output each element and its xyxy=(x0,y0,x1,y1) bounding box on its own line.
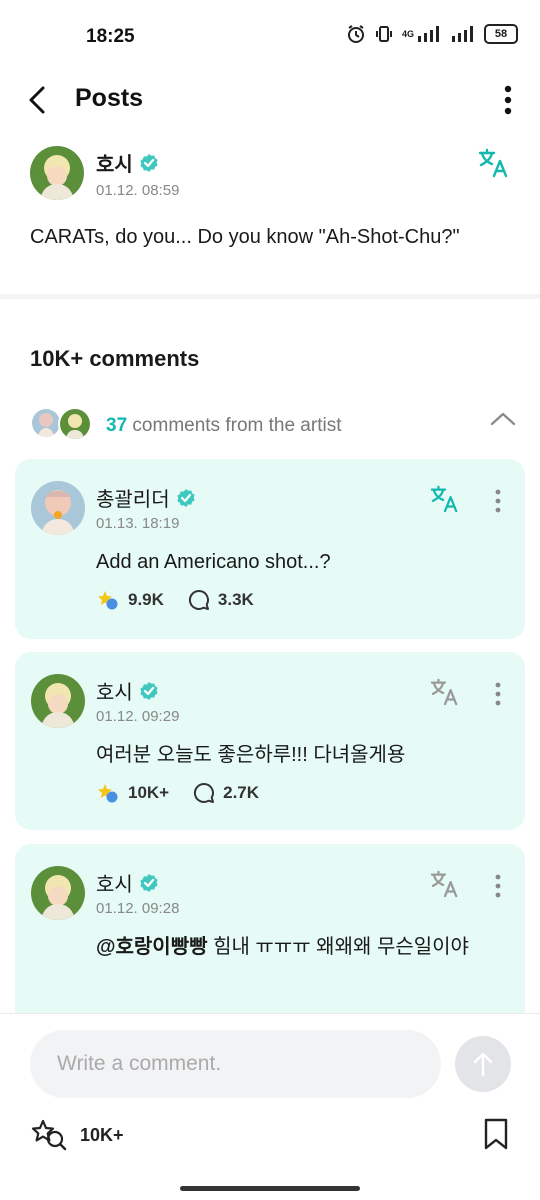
status-time: 18:25 xyxy=(86,26,135,47)
chevron-up-icon xyxy=(490,412,516,426)
comment-stats: 10K+ 2.7K xyxy=(96,782,283,804)
comment-input[interactable] xyxy=(30,1030,441,1098)
status-bar: 18:25 4G 58 xyxy=(0,0,540,72)
avatar[interactable] xyxy=(31,866,85,920)
translate-icon xyxy=(478,148,508,178)
translate-icon xyxy=(430,485,458,513)
comment-date: 01.12. 09:29 xyxy=(96,708,180,725)
more-vertical-icon xyxy=(495,874,501,898)
artist-avatars xyxy=(30,407,94,443)
reply-button[interactable]: 2.7K xyxy=(193,782,259,804)
translate-button[interactable] xyxy=(430,870,460,903)
like-count: 9.9K xyxy=(128,590,164,609)
more-vertical-icon xyxy=(504,85,512,115)
verified-badge-icon xyxy=(140,681,158,700)
post-like-count: 10K+ xyxy=(80,1124,124,1145)
comment-stats: 9.9K 3.3K xyxy=(96,589,278,611)
more-vertical-icon xyxy=(495,489,501,513)
user-mention[interactable]: @호랑이빵빵 xyxy=(96,936,208,958)
reply-count: 2.7K xyxy=(223,783,260,802)
comment-author[interactable]: 호시 xyxy=(96,868,159,897)
verified-badge-icon xyxy=(140,153,158,172)
chevron-left-icon xyxy=(29,86,45,114)
reply-button[interactable]: 3.3K xyxy=(188,589,254,611)
artist-comments-count: 37 xyxy=(106,415,128,436)
signal-icon xyxy=(416,25,442,43)
author-name: 호시 xyxy=(96,682,133,704)
comment-text: 여러분 오늘도 좋은하루!!! 다녀올게용 xyxy=(96,744,406,766)
comment-text: Add an Americano shot...? xyxy=(96,551,331,573)
avatar[interactable] xyxy=(31,674,85,728)
vibrate-icon xyxy=(374,24,394,44)
comment-body: 힘내 ㅠㅠㅠ 왜왜왜 무슨일이야 xyxy=(207,936,469,958)
comment-more-button[interactable] xyxy=(487,485,509,517)
like-count: 10K+ xyxy=(128,783,170,802)
translate-button[interactable] xyxy=(430,678,460,711)
like-icon xyxy=(98,591,118,610)
artist-comments-toggle[interactable]: 37 comments from the artist xyxy=(30,405,520,445)
author-name: 호시 xyxy=(96,154,133,176)
avatar xyxy=(58,407,92,441)
collapse-button[interactable] xyxy=(490,411,516,432)
app-header: Posts xyxy=(0,72,540,128)
signal-icon xyxy=(450,25,476,43)
status-icons: 4G 58 xyxy=(346,24,518,44)
arrow-up-icon xyxy=(473,1052,493,1077)
comment-author[interactable]: 호시 xyxy=(96,676,159,705)
post-date: 01.12. 08:59 xyxy=(96,182,180,199)
bottom-bar: 10K+ xyxy=(0,1013,540,1200)
battery-icon: 58 xyxy=(484,24,518,44)
comment-card[interactable]: 총괄리더 01.13. 18:19 Add an Americano shot.… xyxy=(15,459,525,639)
comment-date: 01.13. 18:19 xyxy=(96,515,180,532)
translate-icon xyxy=(430,678,458,706)
send-button[interactable] xyxy=(455,1036,511,1092)
artist-comments-text: comments from the artist xyxy=(127,415,342,436)
network-label: 4G xyxy=(401,29,414,39)
avatar[interactable] xyxy=(30,146,84,200)
comment-bubble-icon xyxy=(194,782,215,803)
verified-badge-icon xyxy=(140,873,158,892)
reply-count: 3.3K xyxy=(217,590,254,609)
translate-icon xyxy=(430,870,458,898)
section-divider xyxy=(0,294,540,299)
author-name: 호시 xyxy=(96,874,133,896)
verified-badge-icon xyxy=(177,488,195,507)
comment-card[interactable]: 호시 01.12. 09:29 여러분 오늘도 좋은하루!!! 다녀올게용 10… xyxy=(15,652,525,830)
avatar[interactable] xyxy=(31,481,85,535)
comment-bubble-icon xyxy=(188,589,209,610)
comment-author[interactable]: 총괄리더 xyxy=(96,483,196,512)
back-button[interactable] xyxy=(22,82,52,118)
like-icon xyxy=(98,784,118,803)
comment-more-button[interactable] xyxy=(487,678,509,710)
translate-button[interactable] xyxy=(478,148,510,183)
bookmark-icon xyxy=(484,1118,508,1150)
like-button[interactable]: 9.9K xyxy=(96,589,164,611)
comments-count: 10K+ comments xyxy=(30,346,200,371)
more-vertical-icon xyxy=(495,682,501,706)
comment-more-button[interactable] xyxy=(487,870,509,902)
more-options-button[interactable] xyxy=(496,80,520,120)
post-text: CARATs, do you... Do you know "Ah-Shot-C… xyxy=(30,226,460,248)
alarm-icon xyxy=(346,24,366,44)
home-indicator[interactable] xyxy=(180,1186,360,1191)
translate-button[interactable] xyxy=(430,485,460,518)
comment-text: @호랑이빵빵 힘내 ㅠㅠㅠ 왜왜왜 무슨일이야 xyxy=(96,932,506,962)
author-name: 총괄리더 xyxy=(96,489,170,511)
post-like-button[interactable]: 10K+ xyxy=(30,1118,124,1152)
like-icon xyxy=(31,1119,67,1151)
like-button[interactable]: 10K+ xyxy=(96,782,169,804)
post-author[interactable]: 호시 xyxy=(96,148,159,177)
comment-date: 01.12. 09:28 xyxy=(96,900,180,917)
artist-comments-label: 37 comments from the artist xyxy=(106,415,341,437)
page-title: Posts xyxy=(75,84,144,112)
bookmark-button[interactable] xyxy=(482,1118,510,1155)
